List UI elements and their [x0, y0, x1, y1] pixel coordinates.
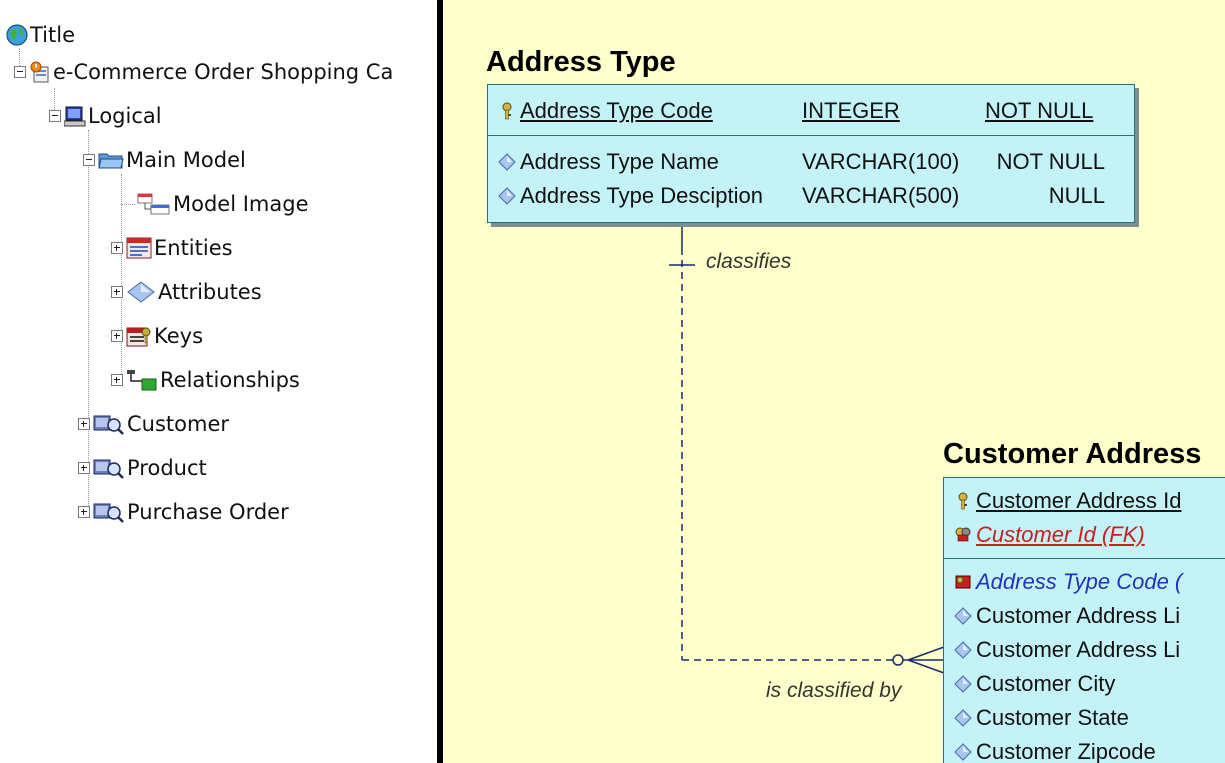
- tree-label: Attributes: [158, 280, 262, 304]
- tree-label: Relationships: [160, 368, 300, 392]
- attributes-section: Address Type Code ( Customer Address Li …: [944, 558, 1225, 763]
- tree-label: e-Commerce Order Shopping Ca: [53, 60, 394, 84]
- tree-connector: [121, 204, 135, 205]
- tree-node-product[interactable]: Product: [78, 451, 207, 485]
- tree-label: Title: [30, 23, 76, 47]
- attribute-name: Customer Id (FK): [976, 522, 1145, 547]
- tree-label: Main Model: [126, 148, 246, 172]
- attribute-row[interactable]: Customer Address Li: [944, 599, 1225, 633]
- tree-node-purchase-order[interactable]: Purchase Order: [78, 495, 289, 529]
- attribute-diamond-icon: [498, 187, 516, 205]
- attribute-row[interactable]: Customer Zipcode: [944, 735, 1225, 763]
- attribute-name: Customer Address Li: [976, 637, 1181, 662]
- collapse-toggle[interactable]: [14, 66, 26, 78]
- attribute-row[interactable]: Address Type Code (: [944, 565, 1225, 599]
- attribute-row[interactable]: Customer State: [944, 701, 1225, 735]
- expand-toggle[interactable]: [78, 418, 90, 430]
- model-explorer-tree: Title e-Commerce Order Shopping Ca Logic…: [0, 0, 433, 763]
- attribute-diamond-icon: [954, 641, 972, 659]
- attribute-name: Customer State: [976, 705, 1129, 730]
- tree-node-logical[interactable]: Logical: [49, 99, 162, 133]
- keys-icon: [126, 327, 151, 347]
- expand-toggle[interactable]: [78, 506, 90, 518]
- collapse-toggle[interactable]: [83, 154, 95, 166]
- attribute-name: Address Type Desciption: [520, 183, 763, 208]
- diagram-canvas[interactable]: classifies is classified by Address Type…: [443, 0, 1225, 763]
- tree-label: Entities: [154, 236, 233, 260]
- attribute-diamond-icon: [954, 675, 972, 693]
- attribute-row[interactable]: Address Type Desciption VARCHAR(500) NUL…: [488, 179, 1134, 213]
- tree-label: Keys: [154, 324, 204, 348]
- attribute-datatype: VARCHAR(500): [802, 183, 960, 208]
- attribute-datatype: INTEGER: [802, 98, 900, 123]
- attribute-datatype: VARCHAR(100): [802, 149, 960, 174]
- entity-address-type[interactable]: Address Type Code INTEGER NOT NULL Addre…: [487, 84, 1135, 223]
- relationship-icon: [127, 370, 157, 391]
- entity-customer-address[interactable]: Customer Address Id Customer Id (FK) Add…: [943, 477, 1225, 763]
- attribute-row[interactable]: Customer Address Li: [944, 633, 1225, 667]
- tree-node-attributes[interactable]: Attributes: [111, 275, 262, 309]
- attribute-row[interactable]: Customer City: [944, 667, 1225, 701]
- tree-node-keys[interactable]: Keys: [111, 319, 203, 353]
- attribute-diamond-icon: [954, 743, 972, 761]
- subject-area-icon: [93, 459, 124, 479]
- logical-model-icon: [64, 106, 86, 127]
- tree-node-customer[interactable]: Customer: [78, 407, 229, 441]
- tree-node-model-image[interactable]: Model Image: [137, 187, 309, 221]
- attribute-diamond-icon: [127, 281, 155, 303]
- globe-icon: [6, 24, 28, 46]
- attribute-row[interactable]: Address Type Code INTEGER NOT NULL: [488, 94, 1134, 128]
- expand-toggle[interactable]: [111, 330, 123, 342]
- primary-key-section: Address Type Code INTEGER NOT NULL: [488, 85, 1134, 135]
- foreign-key-attribute-icon: [955, 575, 971, 589]
- foreign-key-icon: [955, 527, 971, 542]
- attribute-nullability: NOT NULL: [985, 98, 1094, 123]
- model-file-icon: [30, 61, 49, 83]
- tree-node-title[interactable]: Title: [6, 18, 75, 52]
- attribute-row[interactable]: Address Type Name VARCHAR(100) NOT NULL: [488, 145, 1134, 179]
- tree-label: Product: [127, 456, 207, 480]
- folder-icon: [98, 153, 124, 169]
- tree-label: Model Image: [173, 192, 309, 216]
- expand-toggle[interactable]: [111, 286, 123, 298]
- attribute-name: Address Type Code: [520, 98, 713, 123]
- relationship-verb-child: is classified by: [766, 679, 902, 702]
- attributes-section: Address Type Name VARCHAR(100) NOT NULL …: [488, 135, 1134, 222]
- tree-node-relationships[interactable]: Relationships: [111, 363, 300, 397]
- tree-node-entities[interactable]: Entities: [111, 231, 233, 265]
- attribute-name: Address Type Name: [520, 149, 719, 174]
- tree-node-main-model[interactable]: Main Model: [83, 143, 246, 177]
- attribute-name: Address Type Code (: [976, 569, 1183, 594]
- subject-area-icon: [93, 503, 124, 523]
- entity-title-customer-address: Customer Address: [943, 438, 1202, 470]
- tree-label: Purchase Order: [127, 500, 289, 524]
- attribute-name: Customer Address Id: [976, 488, 1182, 513]
- attribute-diamond-icon: [954, 709, 972, 727]
- attribute-nullability: NOT NULL: [996, 149, 1105, 174]
- expand-toggle[interactable]: [111, 374, 123, 386]
- tree-node-model[interactable]: e-Commerce Order Shopping Ca: [14, 55, 393, 89]
- attribute-name: Customer City: [976, 671, 1116, 696]
- attribute-row[interactable]: Customer Address Id: [944, 484, 1225, 518]
- subject-area-icon: [93, 415, 124, 435]
- tree-label: Customer: [127, 412, 230, 436]
- entities-icon: [126, 237, 152, 259]
- attribute-row[interactable]: Customer Id (FK): [944, 518, 1225, 552]
- attribute-name: Customer Address Li: [976, 603, 1181, 628]
- relationship-verb-parent: classifies: [706, 250, 792, 273]
- attribute-diamond-icon: [954, 607, 972, 625]
- attribute-diamond-icon: [498, 153, 516, 171]
- attribute-nullability: NULL: [1048, 183, 1105, 208]
- collapse-toggle[interactable]: [49, 110, 61, 122]
- entity-title-address-type: Address Type: [486, 46, 676, 78]
- attribute-name: Customer Zipcode: [976, 739, 1156, 763]
- tree-label: Logical: [88, 104, 162, 128]
- expand-toggle[interactable]: [78, 462, 90, 474]
- primary-key-icon: [958, 492, 968, 510]
- model-image-icon: [137, 193, 170, 215]
- primary-key-icon: [502, 102, 512, 120]
- expand-toggle[interactable]: [111, 242, 123, 254]
- primary-key-section: Customer Address Id Customer Id (FK): [944, 478, 1225, 558]
